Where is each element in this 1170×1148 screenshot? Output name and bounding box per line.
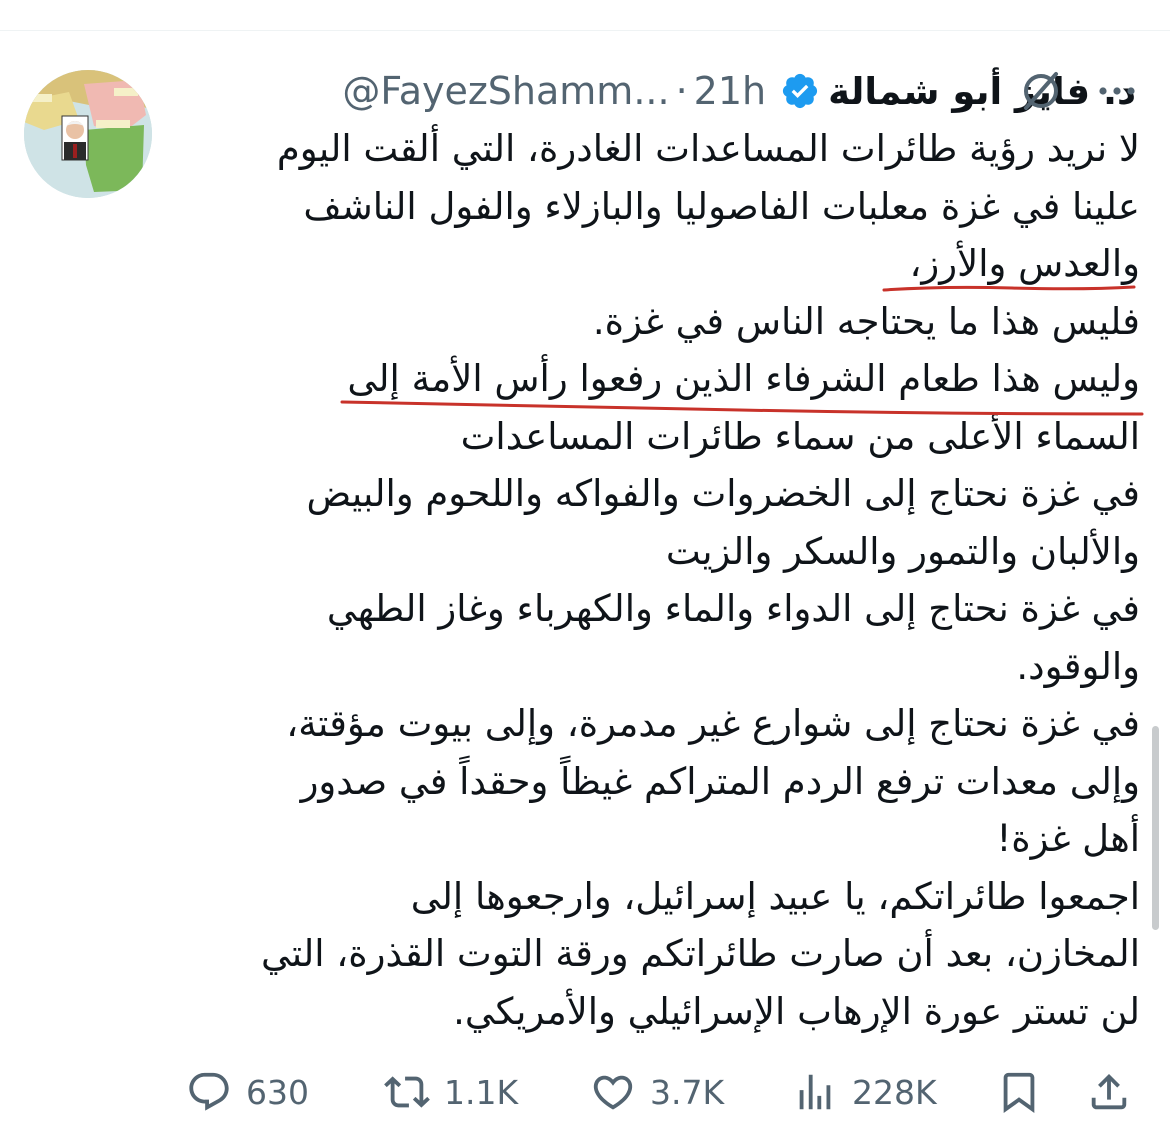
- tweet-line: وإلى معدات ترفع الردم المتراكم غيظاً وحق…: [300, 759, 1140, 803]
- repost-count: 1.1K: [444, 1072, 519, 1112]
- like-button[interactable]: 3.7K: [590, 1060, 724, 1124]
- tweet-line: في غزة نحتاج إلى الدواء والماء والكهرباء…: [326, 587, 1140, 630]
- bookmark-button[interactable]: [996, 1060, 1042, 1124]
- tweet-line: أهل غزة!: [996, 817, 1140, 860]
- author-handle[interactable]: @FayezShamm...: [342, 69, 669, 113]
- tweet-line: اجمعوا طائراتكم، يا عبيد إسرائيل، وارجعو…: [410, 874, 1140, 918]
- tweet-line: فليس هذا ما يحتاجه الناس في غزة.: [592, 299, 1140, 343]
- views-button[interactable]: 228K: [792, 1060, 937, 1124]
- verified-badge-icon: [783, 73, 818, 109]
- red-underline-annotation: [882, 285, 1136, 292]
- author-name[interactable]: د. فايز أبو شمالة: [828, 70, 1136, 113]
- tweet-line: والوقود.: [1016, 644, 1140, 688]
- avatar-image: [24, 70, 152, 198]
- tweet-line: علينا في غزة معلبات الفاصوليا والبازلاء …: [303, 184, 1140, 228]
- views-icon: [799, 1074, 831, 1110]
- bookmark-icon: [1003, 1072, 1035, 1113]
- tweet-line: المخازن، بعد أن صارت طائراتكم ورقة التوت…: [260, 932, 1140, 975]
- reply-count: 630: [246, 1072, 309, 1112]
- top-edge: [0, 0, 1170, 30]
- reply-button[interactable]: 630: [186, 1060, 309, 1124]
- timeline-divider: [0, 30, 1170, 31]
- tweet-actions: 630 1.1K 3.7K 228K: [0, 1060, 1170, 1124]
- tweet-line: لن تستر عورة الإرهاب الإسرائيلي والأمريك…: [453, 989, 1140, 1033]
- like-count: 3.7K: [650, 1072, 725, 1112]
- scrollbar[interactable]: [1152, 726, 1159, 930]
- tweet-timestamp[interactable]: 21h: [694, 69, 766, 113]
- repost-button[interactable]: 1.1K: [384, 1060, 518, 1124]
- reply-icon: [189, 1072, 229, 1111]
- avatar[interactable]: [24, 70, 152, 198]
- like-icon: [593, 1075, 633, 1110]
- repost-icon: [384, 1076, 430, 1108]
- red-underline-annotation: [340, 400, 1144, 416]
- share-button[interactable]: [1086, 1060, 1132, 1124]
- tweet-line: والألبان والتمور والسكر والزيت: [665, 529, 1140, 573]
- grok-icon[interactable]: [1016, 66, 1066, 116]
- views-count: 228K: [852, 1072, 937, 1112]
- more-options-icon[interactable]: [1092, 66, 1142, 116]
- tweet-text: لا نريد رؤية طائرات المساعدات الغادرة، ا…: [180, 120, 1140, 1040]
- separator-dot: ·: [675, 69, 688, 113]
- share-icon: [1091, 1073, 1127, 1110]
- tweet-line: لا نريد رؤية طائرات المساعدات الغادرة، ا…: [276, 127, 1140, 170]
- tweet-line: في غزة نحتاج إلى شوارع غير مدمرة، وإلى ب…: [286, 702, 1140, 745]
- tweet-line: في غزة نحتاج إلى الخضروات والفواكه واللح…: [306, 472, 1140, 515]
